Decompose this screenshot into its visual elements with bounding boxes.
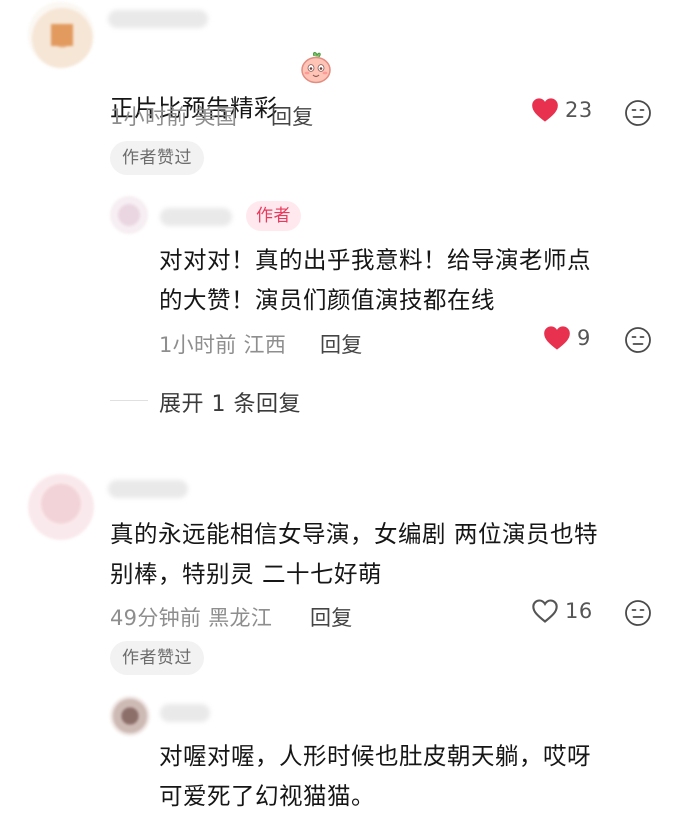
expand-divider (110, 400, 148, 401)
username-blurred[interactable] (108, 10, 208, 28)
reply-button[interactable]: 回复 (320, 329, 363, 359)
dislike-face-icon[interactable] (624, 599, 652, 627)
like-count: 23 (565, 98, 593, 122)
reply-button[interactable]: 回复 (271, 101, 314, 131)
reply-meta: 1小时前 江西 (159, 329, 286, 359)
reply-author-avatar[interactable] (110, 196, 148, 234)
reply-like-count: 9 (577, 326, 591, 350)
like-count: 16 (565, 599, 593, 623)
reply-username-blurred[interactable] (160, 704, 210, 722)
dislike-face-icon[interactable] (624, 326, 652, 354)
author-badge: 作者 (246, 201, 301, 231)
reply-username-blurred[interactable] (160, 208, 232, 226)
user-avatar[interactable] (28, 2, 94, 68)
reply-location: 江西 (243, 333, 287, 357)
comment-text: 真的永远能相信女导演，女编剧 两位演员也特 别棒，特别灵 二十七好萌 (110, 520, 598, 588)
comment-meta: 49分钟前 黑龙江 (110, 602, 272, 632)
dislike-face-icon[interactable] (624, 99, 652, 127)
user-avatar[interactable] (28, 474, 94, 540)
comment-time: 49分钟前 (110, 606, 202, 630)
author-liked-badge: 作者赞过 (110, 641, 204, 675)
reply-like-button[interactable]: 9 (543, 325, 591, 351)
comment-meta: 1小时前 美国 (110, 101, 237, 131)
heart-filled-icon (544, 326, 570, 350)
heart-filled-icon (532, 98, 558, 122)
expand-replies-button[interactable]: 展开 1 条回复 (159, 386, 301, 418)
like-button[interactable]: 23 (531, 97, 593, 123)
like-button[interactable]: 16 (531, 598, 593, 624)
comment-time: 1小时前 (110, 105, 188, 129)
peach-face-emoji-icon (301, 52, 331, 84)
reply-time: 1小时前 (159, 333, 237, 357)
reply-author-avatar[interactable] (110, 696, 150, 736)
author-liked-badge: 作者赞过 (110, 141, 204, 175)
comment-location: 美国 (194, 105, 238, 129)
username-blurred[interactable] (108, 480, 188, 498)
comment-location: 黑龙江 (208, 606, 273, 630)
reply-text: 对喔对喔，人形时候也肚皮朝天躺，哎呀 可爱死了幻视猫猫。 (159, 742, 591, 810)
heart-outline-icon (532, 599, 558, 623)
reply-text: 对对对！真的出乎我意料！给导演老师点 的大赞！演员们颜值演技都在线 (159, 246, 591, 314)
reply-button[interactable]: 回复 (310, 602, 353, 632)
